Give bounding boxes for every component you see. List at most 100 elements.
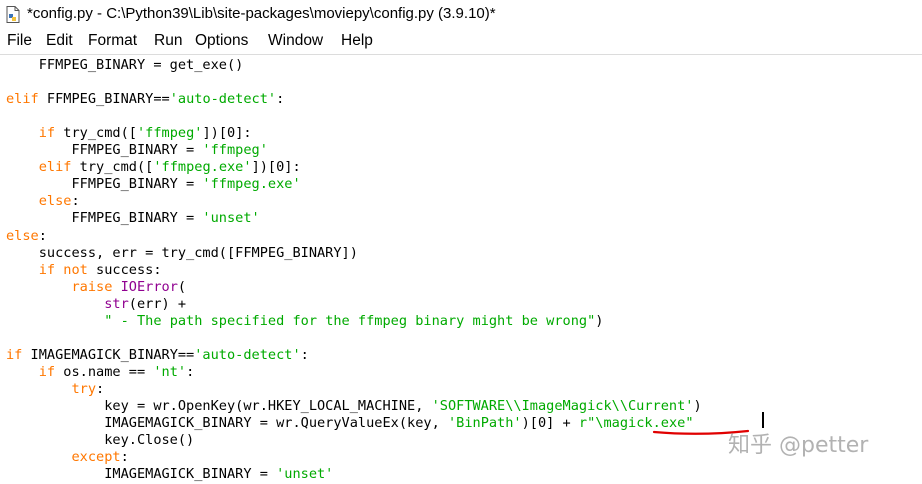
code-token: raise [71, 278, 113, 295]
code-token: try_cmd([ [55, 125, 137, 142]
python-file-icon [6, 6, 20, 23]
menu-options[interactable]: Options [195, 32, 248, 50]
code-token: 'nt' [153, 363, 187, 380]
code-line[interactable]: FFMPEG_BINARY = 'ffmpeg.exe' [6, 176, 301, 193]
code-line[interactable]: key.Close() [6, 432, 194, 449]
code-token: if [38, 363, 56, 380]
code-token: 'ffmpeg.exe' [153, 159, 252, 176]
code-token: FFMPEG_BINARY = get_exe() [6, 57, 244, 73]
code-token: " - The path specified for the ffmpeg bi… [104, 312, 596, 329]
code-token: else [6, 227, 39, 244]
code-token: 'SOFTWARE\\ImageMagick\\Current' [431, 398, 694, 414]
code-line[interactable]: if try_cmd(['ffmpeg'])[0]: [6, 125, 252, 142]
code-line[interactable]: if not success: [6, 262, 162, 279]
code-token: 'unset' [202, 210, 260, 227]
code-token: key = wr.OpenKey(wr.HKEY_LOCAL_MACHINE, [6, 398, 432, 414]
code-line[interactable]: success, err = try_cmd([FFMPEG_BINARY]) [6, 245, 358, 262]
code-token: 'unset' [276, 466, 334, 483]
code-token: else [38, 193, 72, 210]
code-token: FFMPEG_BINARY = [6, 176, 203, 193]
code-token: FFMPEG_BINARY = [6, 210, 203, 227]
code-token: if [38, 125, 56, 142]
code-line[interactable]: FFMPEG_BINARY = 'unset' [6, 210, 260, 227]
code-token: FFMPEG_BINARY== [38, 91, 170, 108]
code-line[interactable]: if os.name == 'nt': [6, 363, 195, 381]
code-token: if [6, 346, 23, 363]
code-line[interactable]: else: [6, 228, 47, 245]
code-token: 'ffmpeg' [136, 125, 203, 142]
code-token: : [120, 449, 129, 466]
code-token: : [186, 363, 195, 380]
menu-window[interactable]: Window [268, 32, 323, 50]
code-line[interactable]: except: [6, 449, 129, 466]
code-token: try_cmd([ [71, 159, 154, 176]
menu-file[interactable]: File [7, 32, 32, 50]
code-token: IMAGEMAGICK_BINARY== [22, 346, 195, 363]
code-token: if not [38, 261, 88, 278]
code-token: FFMPEG_BINARY = [6, 142, 203, 159]
code-token: elif [38, 159, 72, 176]
code-line[interactable]: key = wr.OpenKey(wr.HKEY_LOCAL_MACHINE, … [6, 398, 702, 415]
code-line[interactable]: else: [6, 193, 80, 210]
menu-bar: File Edit Format Run Options Window Help [0, 30, 922, 55]
code-token: elif [6, 91, 39, 108]
text-cursor [762, 412, 764, 428]
code-token: success, err = try_cmd([FFMPEG_BINARY]) [6, 244, 358, 261]
code-token: except [71, 449, 121, 466]
code-token: 'auto-detect' [194, 346, 301, 363]
code-token: 'BinPath' [447, 415, 522, 432]
code-line[interactable]: elif try_cmd(['ffmpeg.exe'])[0]: [6, 159, 301, 176]
code-token: : [96, 380, 105, 397]
code-token: ( [177, 278, 187, 295]
code-line[interactable]: " - The path specified for the ffmpeg bi… [6, 313, 603, 330]
code-token: : [276, 91, 285, 108]
code-token: : [38, 227, 47, 244]
code-token: IMAGEMAGICK_BINARY = wr.QueryValueEx(key… [6, 415, 448, 432]
menu-help[interactable]: Help [341, 32, 373, 50]
menu-run[interactable]: Run [154, 32, 182, 50]
code-token: 'auto-detect' [169, 91, 277, 108]
code-line[interactable]: IMAGEMAGICK_BINARY = 'unset' [6, 466, 333, 483]
code-line[interactable]: try: [6, 381, 104, 398]
code-line[interactable]: FFMPEG_BINARY = get_exe() [6, 57, 244, 74]
code-line[interactable]: str(err) + [6, 296, 186, 313]
code-token: IOError [120, 278, 178, 295]
code-token: r"\magick.exe" [578, 415, 694, 432]
code-token: os.name == [55, 363, 154, 380]
code-token: ) [595, 312, 604, 329]
code-token: ])[0]: [202, 125, 252, 142]
menu-format[interactable]: Format [88, 32, 137, 50]
code-token: IMAGEMAGICK_BINARY = [6, 466, 277, 483]
code-token: : [71, 193, 80, 210]
code-token: (err) + [128, 295, 187, 312]
code-token: )[0] + [521, 415, 579, 432]
code-token: 'ffmpeg' [202, 142, 268, 159]
code-line[interactable]: elif FFMPEG_BINARY=='auto-detect': [6, 91, 284, 108]
title-bar: *config.py - C:\Python39\Lib\site-packag… [0, 0, 922, 31]
code-line[interactable]: FFMPEG_BINARY = 'ffmpeg' [6, 142, 268, 159]
menu-edit[interactable]: Edit [46, 32, 73, 50]
code-token: ])[0]: [251, 159, 301, 176]
code-line[interactable]: raise IOError( [6, 279, 186, 296]
code-editor[interactable]: FFMPEG_BINARY = get_exe()elif FFMPEG_BIN… [0, 55, 922, 484]
code-line[interactable]: IMAGEMAGICK_BINARY = wr.QueryValueEx(key… [6, 415, 694, 432]
code-token: try [71, 380, 97, 397]
code-token: 'ffmpeg.exe' [202, 176, 301, 193]
code-token: ) [693, 398, 702, 414]
code-token: key.Close() [6, 432, 195, 449]
watermark: 知乎 @petter [728, 433, 869, 458]
code-token: : [300, 346, 309, 363]
window-title: *config.py - C:\Python39\Lib\site-packag… [27, 5, 496, 22]
code-line[interactable]: if IMAGEMAGICK_BINARY=='auto-detect': [6, 347, 309, 364]
